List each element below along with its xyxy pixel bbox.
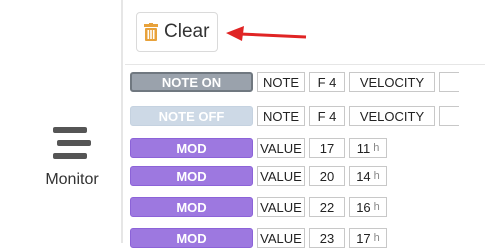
param-key: NOTE xyxy=(257,106,305,126)
hex-unit: h xyxy=(373,232,380,244)
clear-button[interactable]: Clear xyxy=(136,12,218,52)
message-row: MOD VALUE 20 14 h xyxy=(130,166,387,186)
message-type-badge: MOD xyxy=(130,166,253,186)
param-hex-value: 16 h xyxy=(349,197,387,217)
message-type-badge: NOTE ON xyxy=(130,72,253,92)
hex-unit: h xyxy=(373,201,380,213)
param-value: 23 xyxy=(309,228,345,248)
param-key: VALUE xyxy=(257,228,305,248)
message-type-badge: NOTE OFF xyxy=(130,106,253,126)
monitor-panel: Clear NOTE ON NOTE F 4 VELOCITY NOTE OFF… xyxy=(125,0,485,248)
message-type-badge: MOD xyxy=(130,228,253,248)
param-value: 20 xyxy=(309,166,345,186)
param-value: F 4 xyxy=(309,72,345,92)
param-value: F 4 xyxy=(309,106,345,126)
hex-number: 17 xyxy=(356,230,371,246)
hex-unit: h xyxy=(373,142,380,154)
trash-icon xyxy=(144,23,158,41)
hex-number: 11 xyxy=(356,140,371,156)
message-row: NOTE ON NOTE F 4 VELOCITY xyxy=(130,72,459,92)
message-row: MOD VALUE 23 17 h xyxy=(130,228,387,248)
param-hex-value: 14 h xyxy=(349,166,387,186)
hex-unit: h xyxy=(373,170,380,182)
annotation-arrow-icon xyxy=(226,26,307,41)
param-hex-value: 11 h xyxy=(349,138,387,158)
message-row: NOTE OFF NOTE F 4 VELOCITY xyxy=(130,106,459,126)
param-key-2: VELOCITY xyxy=(349,106,435,126)
param-key: NOTE xyxy=(257,72,305,92)
param-value-2 xyxy=(439,72,459,92)
message-row: MOD VALUE 17 11 h xyxy=(130,138,387,158)
hex-number: 14 xyxy=(356,168,371,184)
param-key: VALUE xyxy=(257,197,305,217)
hamburger-icon xyxy=(53,127,91,167)
message-row: MOD VALUE 22 16 h xyxy=(130,197,387,217)
message-type-badge: MOD xyxy=(130,138,253,158)
nav-item-label: Monitor xyxy=(45,171,99,188)
sidebar: Monitor xyxy=(0,0,123,243)
nav-item-monitor[interactable]: Monitor xyxy=(30,127,114,189)
param-key-2: VELOCITY xyxy=(349,72,435,92)
toolbar: Clear xyxy=(125,0,485,65)
param-key: VALUE xyxy=(257,138,305,158)
param-value: 17 xyxy=(309,138,345,158)
param-key: VALUE xyxy=(257,166,305,186)
hex-number: 16 xyxy=(356,199,371,215)
param-value-2 xyxy=(439,106,459,126)
message-type-badge: MOD xyxy=(130,197,253,217)
param-hex-value: 17 h xyxy=(349,228,387,248)
param-value: 22 xyxy=(309,197,345,217)
clear-button-label: Clear xyxy=(164,21,210,42)
